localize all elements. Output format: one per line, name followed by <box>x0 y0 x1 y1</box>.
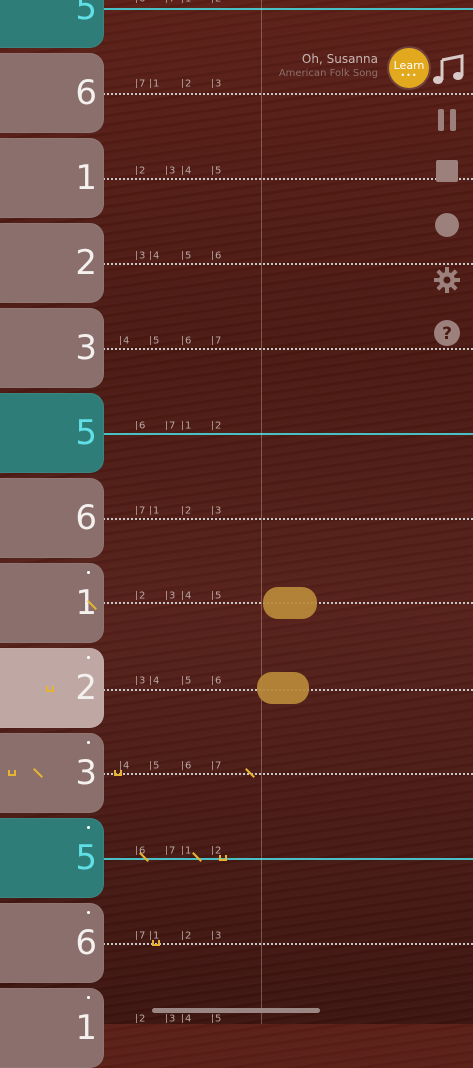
octave-dot <box>87 996 90 999</box>
key-digit: 3 <box>75 753 97 793</box>
playhead-line <box>261 0 262 1024</box>
fret-label: 6 <box>212 676 221 687</box>
string-key[interactable]: 2 <box>0 223 104 303</box>
string-key[interactable]: 6 <box>0 478 104 558</box>
fret-label: 6 <box>212 251 221 262</box>
fret-label: 6 <box>182 761 191 772</box>
fret-label: 3 <box>212 506 221 517</box>
key-digit: 6 <box>75 498 97 538</box>
fret-label: 3 <box>166 1014 175 1025</box>
string-key[interactable]: 5 <box>0 0 104 48</box>
fret-label: 5 <box>150 761 159 772</box>
key-digit: 1 <box>75 158 97 198</box>
fret-label: 6 <box>182 336 191 347</box>
home-indicator[interactable] <box>152 1008 320 1013</box>
fret-label: 7 <box>136 506 145 517</box>
fret-label: 7 <box>212 761 221 772</box>
learn-dots: ••• <box>400 71 418 80</box>
string-key[interactable]: 1 <box>0 138 104 218</box>
note-pill <box>263 587 317 619</box>
fret-label: 7 <box>166 846 175 857</box>
fret-label: 5 <box>212 591 221 602</box>
music-note-icon[interactable] <box>430 52 466 88</box>
key-digit: 1 <box>75 1008 97 1048</box>
fret-label: 3 <box>136 676 145 687</box>
key-digit: 6 <box>75 73 97 113</box>
fret-label: 2 <box>182 506 191 517</box>
fret-label: 1 <box>150 506 159 517</box>
fret-label: 2 <box>182 79 191 90</box>
fret-label: 1 <box>182 846 191 857</box>
technique-bracket <box>8 770 16 776</box>
key-digit: 6 <box>75 923 97 963</box>
fret-label: 5 <box>212 1014 221 1025</box>
octave-dot <box>87 656 90 659</box>
octave-dot <box>87 571 90 574</box>
fret-label: 4 <box>182 166 191 177</box>
fret-label: 4 <box>182 591 191 602</box>
gear-icon[interactable] <box>433 266 461 294</box>
fret-label: 7 <box>166 0 175 5</box>
technique-bracket <box>114 770 122 776</box>
string-key[interactable]: 6 <box>0 53 104 133</box>
key-digit: 3 <box>75 328 97 368</box>
fret-label: 2 <box>136 166 145 177</box>
fret-label: 7 <box>166 421 175 432</box>
string-key[interactable]: 6 <box>0 903 104 983</box>
key-digit: 5 <box>75 0 97 28</box>
key-digit: 2 <box>75 243 97 283</box>
fret-label: 3 <box>166 591 175 602</box>
technique-bracket <box>152 940 160 946</box>
fret-label: 3 <box>166 166 175 177</box>
string-key[interactable]: 5 <box>0 818 104 898</box>
learn-button[interactable]: Learn ••• <box>389 48 429 88</box>
stop-icon[interactable] <box>433 157 461 185</box>
key-digit: 2 <box>75 668 97 708</box>
technique-mark <box>192 852 202 862</box>
fret-label: 3 <box>136 251 145 262</box>
fret-label: 5 <box>182 251 191 262</box>
song-title: Oh, Susanna <box>301 52 378 66</box>
technique-bracket <box>46 686 54 692</box>
fret-label: 2 <box>212 0 221 5</box>
string-key[interactable]: 3 <box>0 308 104 388</box>
fret-label: 1 <box>182 421 191 432</box>
technique-bracket <box>219 855 227 861</box>
fret-label: 6 <box>136 421 145 432</box>
fret-label: 3 <box>212 931 221 942</box>
fret-label: 2 <box>182 931 191 942</box>
fret-label: 3 <box>212 79 221 90</box>
octave-dot <box>87 826 90 829</box>
fret-label: 2 <box>136 591 145 602</box>
fret-label: 5 <box>182 676 191 687</box>
instrument-board: 6 7 1 2 7 1 2 3 2 3 4 5 3 4 5 6 4 5 6 7 … <box>0 0 473 1068</box>
fret-label: 7 <box>212 336 221 347</box>
song-subtitle: American Folk Song <box>278 68 378 79</box>
octave-dot <box>87 741 90 744</box>
fret-label: 7 <box>136 931 145 942</box>
fret-label: 4 <box>150 676 159 687</box>
key-digit: 5 <box>75 413 97 453</box>
note-pill <box>257 672 309 704</box>
string-key[interactable]: 5 <box>0 393 104 473</box>
fret-label: 2 <box>136 1014 145 1025</box>
svg-text:?: ? <box>442 324 452 344</box>
fret-label: 2 <box>212 421 221 432</box>
fret-label: 1 <box>150 79 159 90</box>
string-key[interactable]: 1 <box>0 988 104 1068</box>
fret-label: 5 <box>212 166 221 177</box>
fret-label: 4 <box>120 336 129 347</box>
fret-label: 4 <box>182 1014 191 1025</box>
help-icon[interactable]: ? <box>433 319 461 347</box>
key-digit: 1 <box>75 583 97 623</box>
fret-label: 6 <box>136 0 145 5</box>
fret-label: 4 <box>150 251 159 262</box>
fret-label: 7 <box>136 79 145 90</box>
fret-label: 1 <box>182 0 191 5</box>
key-digit: 5 <box>75 838 97 878</box>
fret-label: 5 <box>150 336 159 347</box>
pause-icon[interactable] <box>433 106 461 134</box>
record-icon[interactable] <box>433 211 461 239</box>
octave-dot <box>87 911 90 914</box>
